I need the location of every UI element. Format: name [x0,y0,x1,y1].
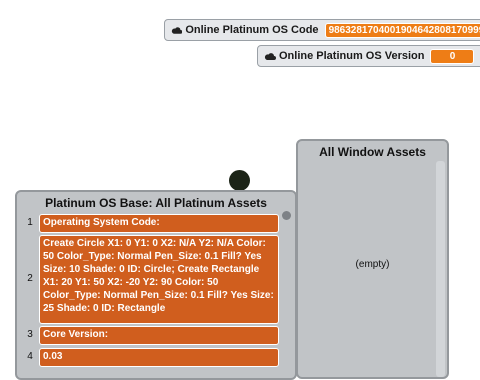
list-title: Platinum OS Base: All Platinum Assets [45,196,267,210]
list-item-value[interactable]: Create Circle X1: 0 Y1: 0 X2: N/A Y2: N/… [39,235,279,324]
list-item: 2 Create Circle X1: 0 Y1: 0 X2: N/A Y2: … [17,235,295,324]
list-item-value[interactable]: 0.03 [39,348,279,367]
monitor-label: Online Platinum OS Code [185,24,319,36]
list-item-index: 2 [27,273,33,284]
monitor-value: 9863281704001904642808170999 [324,22,480,38]
list-item: 1 Operating System Code: [17,213,295,233]
cloud-icon [264,53,276,60]
list-item-value[interactable]: Operating System Code: [39,214,279,233]
list-item-index: 4 [27,351,33,362]
monitor-label: Online Platinum OS Version [279,50,425,62]
list-item-value[interactable]: Core Version: [39,326,279,345]
list-item: 4 0.03 [17,347,295,367]
empty-label: (empty) [355,259,390,270]
sprite-dot[interactable] [229,170,250,191]
cloud-icon [171,27,183,34]
list-item-index: 1 [27,217,33,228]
variable-monitor-os-code[interactable]: Online Platinum OS Code 9863281704001904… [164,19,480,41]
list-item-index: 3 [27,329,33,340]
list-monitor-window-assets[interactable]: All Window Assets (empty) [296,139,449,379]
list-title: All Window Assets [319,145,426,159]
variable-monitor-os-version[interactable]: Online Platinum OS Version 0 [257,45,480,67]
list-monitor-platinum-assets[interactable]: Platinum OS Base: All Platinum Assets 1 … [15,190,297,380]
list-item: 3 Core Version: [17,325,295,345]
monitor-value: 0 [430,48,475,64]
